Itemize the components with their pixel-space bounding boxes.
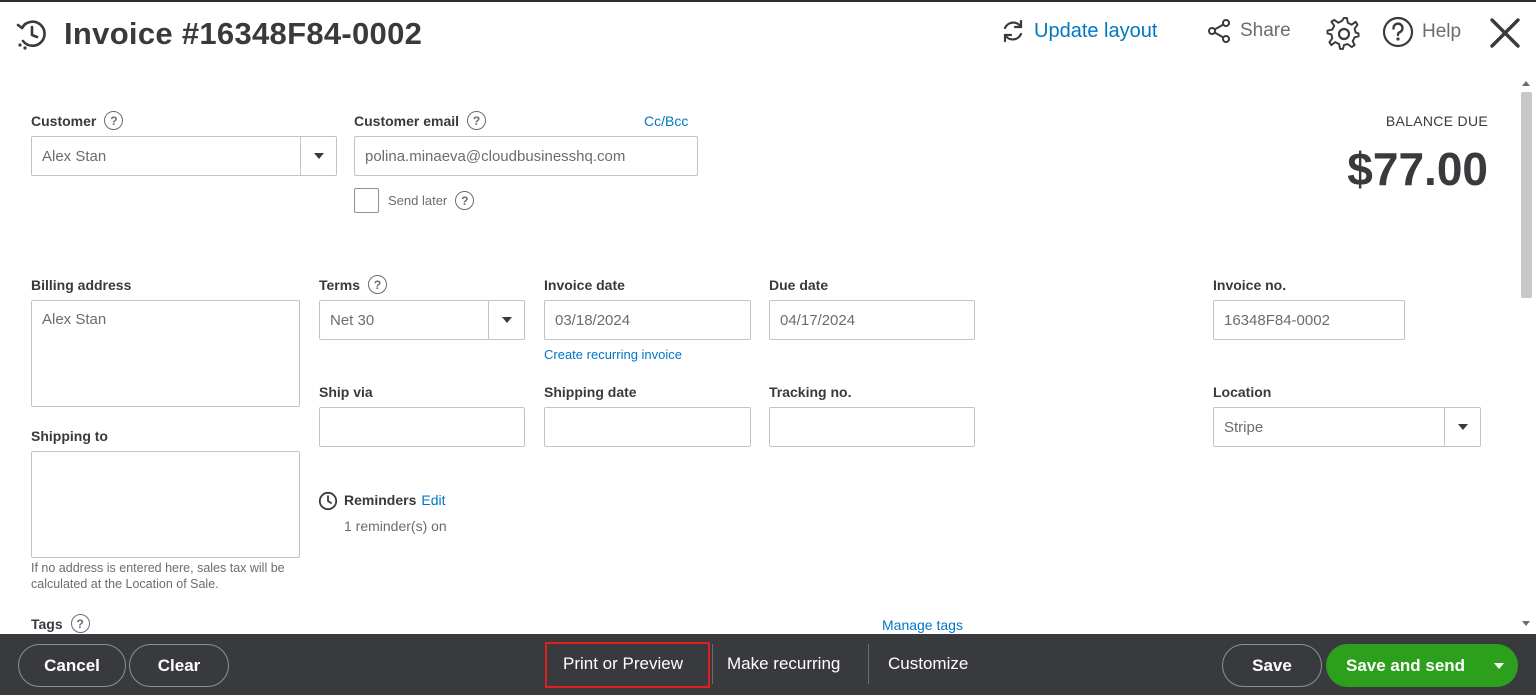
footer-toolbar: Cancel Clear Print or Preview Make recur… bbox=[0, 634, 1536, 695]
chevron-down-icon[interactable] bbox=[1480, 644, 1518, 687]
cc-bcc-link[interactable]: Cc/Bcc bbox=[644, 113, 688, 129]
print-preview-button[interactable]: Print or Preview bbox=[563, 654, 683, 674]
chevron-down-icon[interactable] bbox=[488, 301, 524, 339]
question-icon[interactable]: ? bbox=[104, 111, 124, 130]
scroll-down-arrow[interactable] bbox=[1522, 621, 1530, 626]
balance-due-label: BALANCE DUE bbox=[1385, 113, 1488, 129]
ship-via-field[interactable] bbox=[319, 407, 525, 447]
customize-button[interactable]: Customize bbox=[888, 654, 968, 674]
customer-label-text: Customer bbox=[31, 112, 97, 129]
scrollbar-thumb[interactable] bbox=[1521, 92, 1532, 298]
history-icon[interactable] bbox=[14, 16, 50, 52]
tags-label-text: Tags bbox=[31, 615, 63, 632]
shipping-date-field[interactable] bbox=[544, 407, 751, 447]
clock-icon bbox=[318, 491, 338, 511]
make-recurring-button[interactable]: Make recurring bbox=[727, 654, 840, 674]
location-label: Location bbox=[1213, 384, 1272, 400]
question-icon[interactable]: ? bbox=[70, 614, 90, 633]
customer-select[interactable]: Alex Stan bbox=[31, 136, 337, 176]
save-button[interactable]: Save bbox=[1222, 644, 1322, 687]
balance-due-amount: $77.00 bbox=[1347, 143, 1488, 195]
scroll-up-arrow[interactable] bbox=[1522, 81, 1530, 86]
cancel-button[interactable]: Cancel bbox=[18, 644, 126, 687]
customer-email-label-text: Customer email bbox=[354, 112, 460, 129]
invoice-date-label: Invoice date bbox=[544, 277, 625, 293]
send-later-row: Send later ? bbox=[388, 191, 475, 210]
due-date-label: Due date bbox=[769, 277, 829, 293]
ship-via-label: Ship via bbox=[319, 384, 373, 400]
reminders-row: Reminders Edit bbox=[344, 492, 445, 508]
shipping-note-line1: If no address is entered here, sales tax… bbox=[31, 561, 285, 575]
share-icon bbox=[1208, 19, 1230, 43]
reminders-edit-link[interactable]: Edit bbox=[421, 492, 445, 508]
footer-divider bbox=[868, 644, 869, 684]
invoice-no-label: Invoice no. bbox=[1213, 277, 1287, 293]
invoice-page: Invoice #16348F84-0002 Update layout Sha… bbox=[0, 0, 1536, 695]
location-value: Stripe bbox=[1224, 418, 1264, 436]
update-layout-button[interactable]: Update layout bbox=[1000, 18, 1157, 44]
billing-address-field[interactable]: Alex Stan bbox=[31, 300, 300, 407]
terms-label: Terms ? bbox=[319, 275, 387, 294]
tags-label: Tags ? bbox=[31, 614, 90, 633]
save-and-send-label[interactable]: Save and send bbox=[1326, 656, 1480, 676]
create-recurring-invoice-link[interactable]: Create recurring invoice bbox=[544, 347, 682, 362]
billing-address-label: Billing address bbox=[31, 277, 132, 293]
location-select[interactable]: Stripe bbox=[1213, 407, 1481, 447]
help-label: Help bbox=[1422, 21, 1462, 42]
clear-button[interactable]: Clear bbox=[129, 644, 229, 687]
chevron-down-icon[interactable] bbox=[300, 137, 336, 175]
save-and-send-button[interactable]: Save and send bbox=[1326, 644, 1518, 687]
reminders-status: 1 reminder(s) on bbox=[344, 518, 447, 534]
customer-email-label: Customer email ? bbox=[354, 111, 487, 130]
send-later-label: Send later bbox=[388, 193, 448, 208]
header: Invoice #16348F84-0002 Update layout Sha… bbox=[0, 2, 1536, 64]
chevron-down-icon[interactable] bbox=[1444, 408, 1480, 446]
customer-value: Alex Stan bbox=[42, 147, 107, 165]
tracking-no-field[interactable] bbox=[769, 407, 975, 447]
refresh-icon bbox=[1003, 19, 1023, 43]
page-title: Invoice #16348F84-0002 bbox=[64, 16, 423, 51]
footer-divider bbox=[712, 644, 713, 684]
help-icon bbox=[1382, 16, 1414, 48]
manage-tags-link[interactable]: Manage tags bbox=[882, 617, 963, 633]
terms-value: Net 30 bbox=[330, 311, 375, 329]
close-icon[interactable] bbox=[1486, 14, 1524, 52]
share-label: Share bbox=[1240, 20, 1291, 41]
tracking-no-label: Tracking no. bbox=[769, 384, 852, 400]
terms-label-text: Terms bbox=[319, 276, 360, 293]
question-icon[interactable]: ? bbox=[455, 191, 475, 210]
share-button[interactable]: Share bbox=[1206, 18, 1291, 44]
question-icon[interactable]: ? bbox=[467, 111, 487, 130]
shipping-to-label: Shipping to bbox=[31, 428, 108, 444]
question-icon[interactable]: ? bbox=[367, 275, 387, 294]
update-layout-label: Update layout bbox=[1034, 19, 1158, 42]
customer-label: Customer ? bbox=[31, 111, 124, 130]
reminders-label: Reminders bbox=[344, 492, 417, 508]
due-date-field[interactable]: 04/17/2024 bbox=[769, 300, 975, 340]
gear-icon[interactable] bbox=[1326, 16, 1362, 52]
invoice-date-field[interactable]: 03/18/2024 bbox=[544, 300, 751, 340]
help-button[interactable]: Help bbox=[1382, 16, 1461, 48]
invoice-no-field[interactable]: 16348F84-0002 bbox=[1213, 300, 1405, 340]
shipping-note: If no address is entered here, sales tax… bbox=[31, 560, 285, 592]
terms-select[interactable]: Net 30 bbox=[319, 300, 525, 340]
customer-email-field[interactable]: polina.minaeva@cloudbusinesshq.com bbox=[354, 136, 698, 176]
shipping-note-line2: calculated at the Location of Sale. bbox=[31, 577, 219, 591]
shipping-to-field[interactable] bbox=[31, 451, 300, 558]
send-later-checkbox[interactable] bbox=[354, 188, 379, 213]
shipping-date-label: Shipping date bbox=[544, 384, 637, 400]
